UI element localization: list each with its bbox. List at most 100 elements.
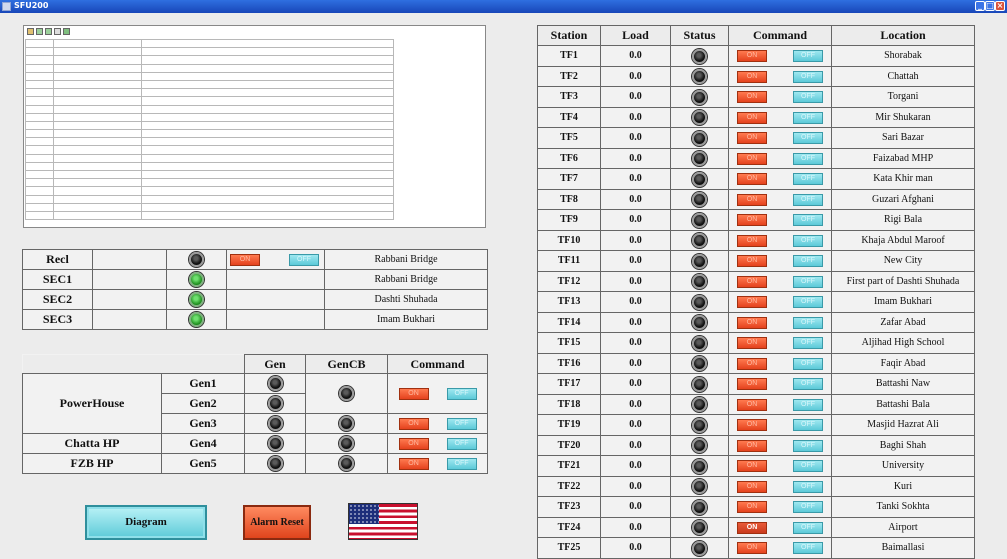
generator-on-button[interactable]: ON xyxy=(398,417,429,430)
station-on-button[interactable]: ON xyxy=(737,398,767,411)
station-on-button[interactable]: ON xyxy=(737,460,767,473)
generator-off-button[interactable]: OFF xyxy=(446,387,477,400)
log-row[interactable] xyxy=(25,202,395,212)
log-row[interactable] xyxy=(25,194,395,204)
alarm-reset-button[interactable]: Alarm Reset xyxy=(243,505,311,540)
log-row[interactable] xyxy=(25,88,395,98)
station-off-button[interactable]: OFF xyxy=(793,378,823,391)
generator-on-button[interactable]: ON xyxy=(398,457,429,470)
log-row[interactable] xyxy=(25,63,395,73)
log-row[interactable] xyxy=(25,71,395,81)
station-off-button[interactable]: OFF xyxy=(793,255,823,268)
log-row[interactable] xyxy=(25,210,395,221)
log-row[interactable] xyxy=(25,55,395,65)
station-on-button[interactable]: ON xyxy=(737,193,767,206)
log-row[interactable] xyxy=(25,161,395,172)
station-off-button[interactable]: OFF xyxy=(793,234,823,247)
generator-off-button[interactable]: OFF xyxy=(446,437,477,450)
log-row[interactable] xyxy=(25,145,395,155)
log-row[interactable] xyxy=(25,120,395,131)
station-off-button[interactable]: OFF xyxy=(793,132,823,145)
generator-on-button[interactable]: ON xyxy=(398,437,429,450)
station-status-cell xyxy=(670,352,729,374)
station-off-button[interactable]: OFF xyxy=(793,214,823,227)
log-row[interactable] xyxy=(25,153,395,163)
station-on-button[interactable]: ON xyxy=(737,501,767,514)
log-row[interactable] xyxy=(25,79,395,90)
close-icon[interactable]: × xyxy=(995,1,1005,11)
station-off-button[interactable]: OFF xyxy=(793,152,823,165)
generator-off-button[interactable]: OFF xyxy=(446,457,477,470)
station-on-button[interactable]: ON xyxy=(737,132,767,145)
station-on-button[interactable]: ON xyxy=(737,378,767,391)
log-row[interactable] xyxy=(25,129,395,139)
station-on-button[interactable]: ON xyxy=(737,542,767,555)
log-row[interactable] xyxy=(25,38,395,49)
station-on-button[interactable]: ON xyxy=(737,275,767,288)
station-off-button[interactable]: OFF xyxy=(793,91,823,104)
station-on-button[interactable]: ON xyxy=(737,255,767,268)
generator-off-button[interactable]: OFF xyxy=(446,417,477,430)
print-icon[interactable] xyxy=(54,28,61,35)
station-on-button[interactable]: ON xyxy=(737,316,767,329)
station-off-button[interactable]: OFF xyxy=(793,398,823,411)
minimize-icon[interactable]: _ xyxy=(975,1,985,11)
station-on-button[interactable]: ON xyxy=(737,214,767,227)
maximize-icon[interactable]: □ xyxy=(985,1,995,11)
station-on-button[interactable]: ON xyxy=(737,357,767,370)
switch-name: Recl xyxy=(22,249,93,270)
station-on-button[interactable]: ON xyxy=(737,234,767,247)
station-off-button[interactable]: OFF xyxy=(793,460,823,473)
log-row[interactable] xyxy=(25,178,395,188)
us-flag-icon[interactable] xyxy=(348,503,418,540)
generator-command-cell: ON OFF xyxy=(387,413,488,434)
station-on-button[interactable]: ON xyxy=(737,480,767,493)
station-on-button[interactable]: ON xyxy=(737,419,767,432)
log-row[interactable] xyxy=(25,96,395,106)
station-off-button[interactable]: OFF xyxy=(793,439,823,452)
export-icon[interactable] xyxy=(63,28,70,35)
station-off-button[interactable]: OFF xyxy=(793,542,823,555)
station-off-button[interactable]: OFF xyxy=(793,521,823,534)
station-on-button[interactable]: ON xyxy=(737,111,767,124)
station-off-button[interactable]: OFF xyxy=(793,173,823,186)
properties-icon[interactable] xyxy=(27,28,34,35)
station-on-button[interactable]: ON xyxy=(737,521,767,534)
log-row[interactable] xyxy=(25,112,395,122)
log-row[interactable] xyxy=(25,169,395,180)
station-off-button[interactable]: OFF xyxy=(793,419,823,432)
station-off-button[interactable]: OFF xyxy=(793,337,823,350)
station-on-button[interactable]: ON xyxy=(737,296,767,309)
station-off-button[interactable]: OFF xyxy=(793,316,823,329)
log-row[interactable] xyxy=(25,47,395,57)
log-row[interactable] xyxy=(25,137,395,147)
diagram-button[interactable]: Diagram xyxy=(85,505,207,540)
switch-on-button[interactable]: ON xyxy=(230,253,260,266)
log-row[interactable] xyxy=(25,104,395,114)
station-on-button[interactable]: ON xyxy=(737,91,767,104)
station-off-button[interactable]: OFF xyxy=(793,70,823,83)
station-on-button[interactable]: ON xyxy=(737,337,767,350)
station-off-button[interactable]: OFF xyxy=(793,357,823,370)
play-icon[interactable] xyxy=(36,28,43,35)
generator-on-button[interactable]: ON xyxy=(398,387,429,400)
station-on-button[interactable]: ON xyxy=(737,173,767,186)
switch-off-button[interactable]: OFF xyxy=(289,253,319,266)
station-off-button[interactable]: OFF xyxy=(793,193,823,206)
station-off-button[interactable]: OFF xyxy=(793,275,823,288)
station-off-button[interactable]: OFF xyxy=(793,296,823,309)
event-log-grid[interactable] xyxy=(25,38,395,221)
station-on-button[interactable]: ON xyxy=(737,152,767,165)
station-off-button[interactable]: OFF xyxy=(793,111,823,124)
station-on-button[interactable]: ON xyxy=(737,50,767,63)
refresh-icon[interactable] xyxy=(45,28,52,35)
station-off-button[interactable]: OFF xyxy=(793,501,823,514)
log-cell xyxy=(25,186,54,196)
station-on-button[interactable]: ON xyxy=(737,439,767,452)
log-row[interactable] xyxy=(25,186,395,196)
station-off-button[interactable]: OFF xyxy=(793,50,823,63)
command-header: Command xyxy=(728,25,832,46)
station-on-button[interactable]: ON xyxy=(737,70,767,83)
station-row: TF15 0.0 ON OFF Aljihad High School xyxy=(537,332,975,354)
station-off-button[interactable]: OFF xyxy=(793,480,823,493)
